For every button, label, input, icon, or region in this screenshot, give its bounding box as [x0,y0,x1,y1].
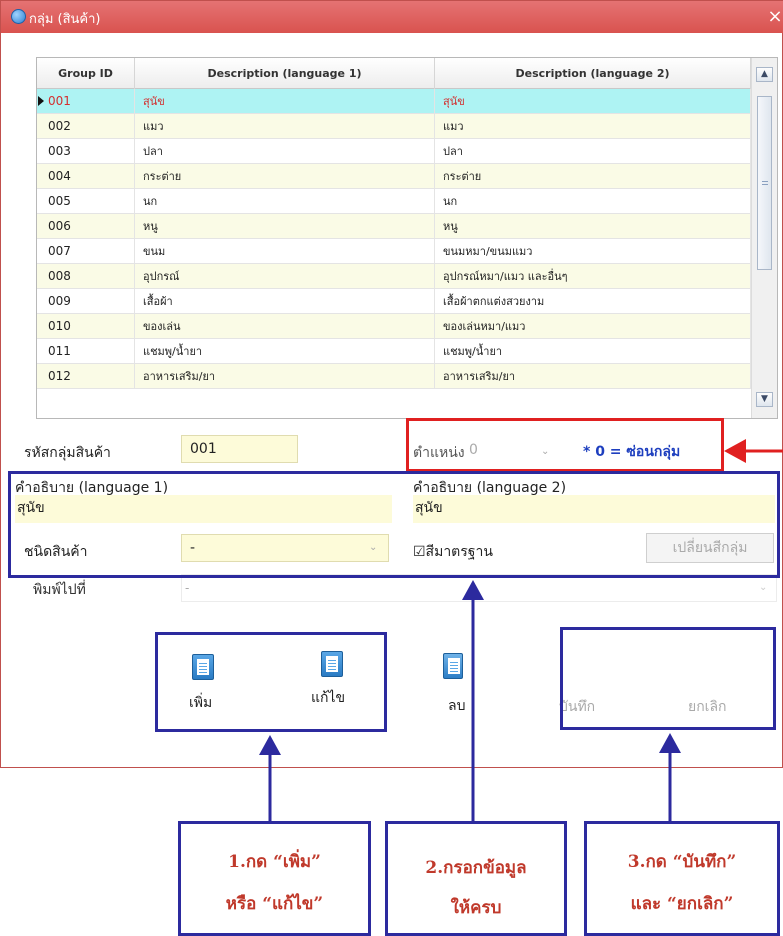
step2-arrow-head [462,580,484,600]
step2-callout-line2: ให้ครบ [450,898,502,918]
step3-callout-line1: 3.กด “บันทึก” [627,852,737,872]
step1-callout: 1.กด “เพิ่ม” หรือ “แก้ไข” [178,821,371,936]
step1-callout-line1: 1.กด “เพิ่ม” [228,852,321,872]
step3-callout: 3.กด “บันทึก” และ “ยกเลิก” [584,821,780,936]
step3-arrow-head [659,733,681,753]
red-arrow-head [724,439,746,463]
step2-callout-line1: 2.กรอกข้อมูล [425,858,527,878]
step2-callout: 2.กรอกข้อมูล ให้ครบ [385,821,567,936]
annotation-arrows [259,439,783,822]
step3-callout-line2: และ “ยกเลิก” [630,894,734,914]
step1-callout-line2: หรือ “แก้ไข” [225,894,324,914]
step1-arrow-head [259,735,281,755]
